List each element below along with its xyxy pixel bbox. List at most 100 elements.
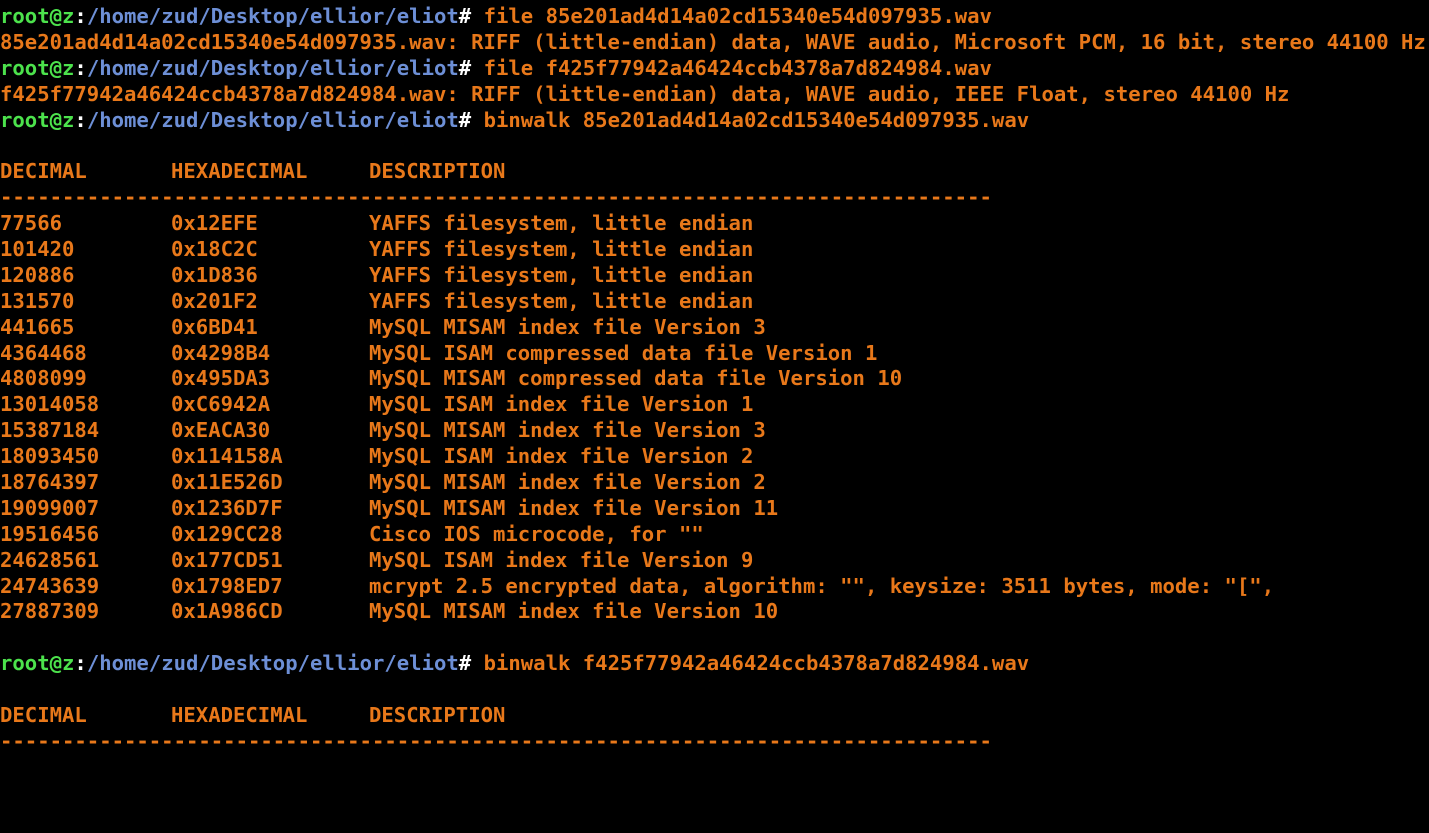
cell-hexadecimal: 0xEACA30 <box>171 418 271 443</box>
cell-hexadecimal: 0x12EFE <box>171 211 258 236</box>
table-row: 4364468 0x4298B4 MySQL ISAM compressed dat… <box>0 341 1429 367</box>
prompt-symbol: # <box>458 55 472 80</box>
command-text: file f425f77942a46424ccb4378a7d824984.wa… <box>471 55 992 80</box>
cell-description: Cisco IOS microcode, for "" <box>369 521 704 546</box>
cell-decimal: 24628561 <box>0 547 100 572</box>
table-row: 77566 0x12EFE YAFFS filesystem, little end… <box>0 211 1429 237</box>
prompt-separator: : <box>74 4 87 28</box>
cell-decimal: 18093450 <box>0 444 100 469</box>
cell-hexadecimal: 0x1A986CD <box>171 599 283 624</box>
cell-hexadecimal: 0x6BD41 <box>171 314 258 339</box>
prompt-symbol: # <box>458 4 472 28</box>
table-row: 441665 0x6BD41 MySQL MISAM index file Vers… <box>0 315 1429 341</box>
table-row: 19099007 0x1236D7F MySQL MISAM index file … <box>0 496 1429 522</box>
prompt-user-host: root@z <box>0 107 75 132</box>
prompt-path: /home/zud/Desktop/ellior/eliot <box>86 651 459 676</box>
cell-hexadecimal: 0x11E526D <box>171 470 283 495</box>
table-row: 120886 0x1D836 YAFFS filesystem, little en… <box>0 263 1429 289</box>
cell-decimal: 101420 <box>0 237 75 262</box>
header-description: DESCRIPTION <box>369 703 506 728</box>
prompt-separator: : <box>74 55 87 80</box>
cell-description: YAFFS filesystem, little endian <box>369 237 754 262</box>
cell-hexadecimal: 0x1D836 <box>171 262 258 287</box>
cell-decimal: 24743639 <box>0 573 100 598</box>
cell-description: MySQL ISAM index file Version 9 <box>369 547 754 572</box>
table-header-row: DECIMAL HEXADECIMAL DESCRIPTION <box>0 159 1429 185</box>
table-rule: ----------------------------------------… <box>0 728 992 753</box>
cell-description: MySQL ISAM index file Version 2 <box>369 444 754 469</box>
cell-description: MySQL MISAM compressed data file Version… <box>369 366 903 391</box>
table-row: 13014058 0xC6942A MySQL ISAM index file Ve… <box>0 392 1429 418</box>
table-row: 101420 0x18C2C YAFFS filesystem, little en… <box>0 237 1429 263</box>
command-text: binwalk 85e201ad4d14a02cd15340e54d097935… <box>471 107 1030 132</box>
cell-decimal: 120886 <box>0 262 75 287</box>
cell-hexadecimal: 0x4298B4 <box>171 340 271 365</box>
table-header-row: DECIMAL HEXADECIMAL DESCRIPTION <box>0 703 1429 729</box>
prompt-user-host: root@z <box>0 55 75 80</box>
cell-hexadecimal: 0x18C2C <box>171 237 258 262</box>
prompt-separator: : <box>74 107 87 132</box>
cell-decimal: 4364468 <box>0 340 87 365</box>
table-row: 24628561 0x177CD51 MySQL ISAM index file V… <box>0 548 1429 574</box>
cell-description: MySQL MISAM index file Version 2 <box>369 470 766 495</box>
cell-hexadecimal: 0x495DA3 <box>171 366 271 391</box>
prompt-user-host: root@z <box>0 651 75 676</box>
cell-hexadecimal: 0x177CD51 <box>171 547 283 572</box>
command-line: root@z:/home/zud/Desktop/ellior/eliot# f… <box>0 4 1429 30</box>
header-hexadecimal: HEXADECIMAL <box>171 703 308 728</box>
cell-description: MySQL ISAM compressed data file Version … <box>369 340 878 365</box>
cell-hexadecimal: 0x1236D7F <box>171 495 283 520</box>
prompt-symbol: # <box>458 107 472 132</box>
header-hexadecimal: HEXADECIMAL <box>171 159 308 184</box>
cell-decimal: 27887309 <box>0 599 100 624</box>
output-text: 85e201ad4d14a02cd15340e54d097935.wav: RI… <box>0 29 1426 54</box>
cell-decimal: 77566 <box>0 211 62 236</box>
cell-decimal: 131570 <box>0 288 75 313</box>
table-row: 131570 0x201F2 YAFFS filesystem, little en… <box>0 289 1429 315</box>
cell-decimal: 15387184 <box>0 418 100 443</box>
table-row: 27887309 0x1A986CD MySQL MISAM index file … <box>0 599 1429 625</box>
cell-description: MySQL ISAM index file Version 1 <box>369 392 754 417</box>
prompt-path: /home/zud/Desktop/ellior/eliot <box>86 55 459 80</box>
cell-description: MySQL MISAM index file Version 3 <box>369 314 766 339</box>
output-text: f425f77942a46424ccb4378a7d824984.wav: RI… <box>0 81 1290 106</box>
cell-hexadecimal: 0x114158A <box>171 444 283 469</box>
cell-description: MySQL MISAM index file Version 11 <box>369 495 779 520</box>
command-line: root@z:/home/zud/Desktop/ellior/eliot# f… <box>0 56 1429 82</box>
terminal-window[interactable]: root@z:/home/zud/Desktop/ellior/eliot# f… <box>0 4 1429 755</box>
table-row: 19516456 0x129CC28 Cisco IOS microcode, fo… <box>0 522 1429 548</box>
prompt-path: /home/zud/Desktop/ellior/eliot <box>86 4 459 28</box>
cell-hexadecimal: 0x1798ED7 <box>171 573 283 598</box>
cell-hexadecimal: 0xC6942A <box>171 392 271 417</box>
prompt-user-host: root@z <box>0 4 75 28</box>
prompt-separator: : <box>74 651 87 676</box>
cell-decimal: 441665 <box>0 314 75 339</box>
cell-decimal: 19099007 <box>0 495 100 520</box>
cell-decimal: 13014058 <box>0 392 100 417</box>
header-decimal: DECIMAL <box>0 159 87 184</box>
command-text: binwalk f425f77942a46424ccb4378a7d824984… <box>471 651 1030 676</box>
command-text: file 85e201ad4d14a02cd15340e54d097935.wa… <box>471 4 992 28</box>
cell-hexadecimal: 0x201F2 <box>171 288 258 313</box>
cell-description: YAFFS filesystem, little endian <box>369 288 754 313</box>
table-row: 4808099 0x495DA3 MySQL MISAM compressed da… <box>0 366 1429 392</box>
cell-description: YAFFS filesystem, little endian <box>369 211 754 236</box>
cell-decimal: 4808099 <box>0 366 87 391</box>
cell-description: YAFFS filesystem, little endian <box>369 262 754 287</box>
table-row: 15387184 0xEACA30 MySQL MISAM index file V… <box>0 418 1429 444</box>
table-rule: ----------------------------------------… <box>0 185 992 210</box>
table-row: 24743639 0x1798ED7 mcrypt 2.5 encrypted da… <box>0 574 1429 600</box>
cell-decimal: 19516456 <box>0 521 100 546</box>
command-line: root@z:/home/zud/Desktop/ellior/eliot# b… <box>0 108 1429 134</box>
output-line: 85e201ad4d14a02cd15340e54d097935.wav: RI… <box>0 30 1429 56</box>
prompt-path: /home/zud/Desktop/ellior/eliot <box>86 107 459 132</box>
binwalk-results-table: 77566 0x12EFE YAFFS filesystem, little end… <box>0 211 1429 625</box>
prompt-symbol: # <box>458 651 472 676</box>
cell-description: MySQL MISAM index file Version 10 <box>369 599 779 624</box>
command-line: root@z:/home/zud/Desktop/ellior/eliot# b… <box>0 651 1429 677</box>
cell-decimal: 18764397 <box>0 470 100 495</box>
table-row: 18764397 0x11E526D MySQL MISAM index file … <box>0 470 1429 496</box>
